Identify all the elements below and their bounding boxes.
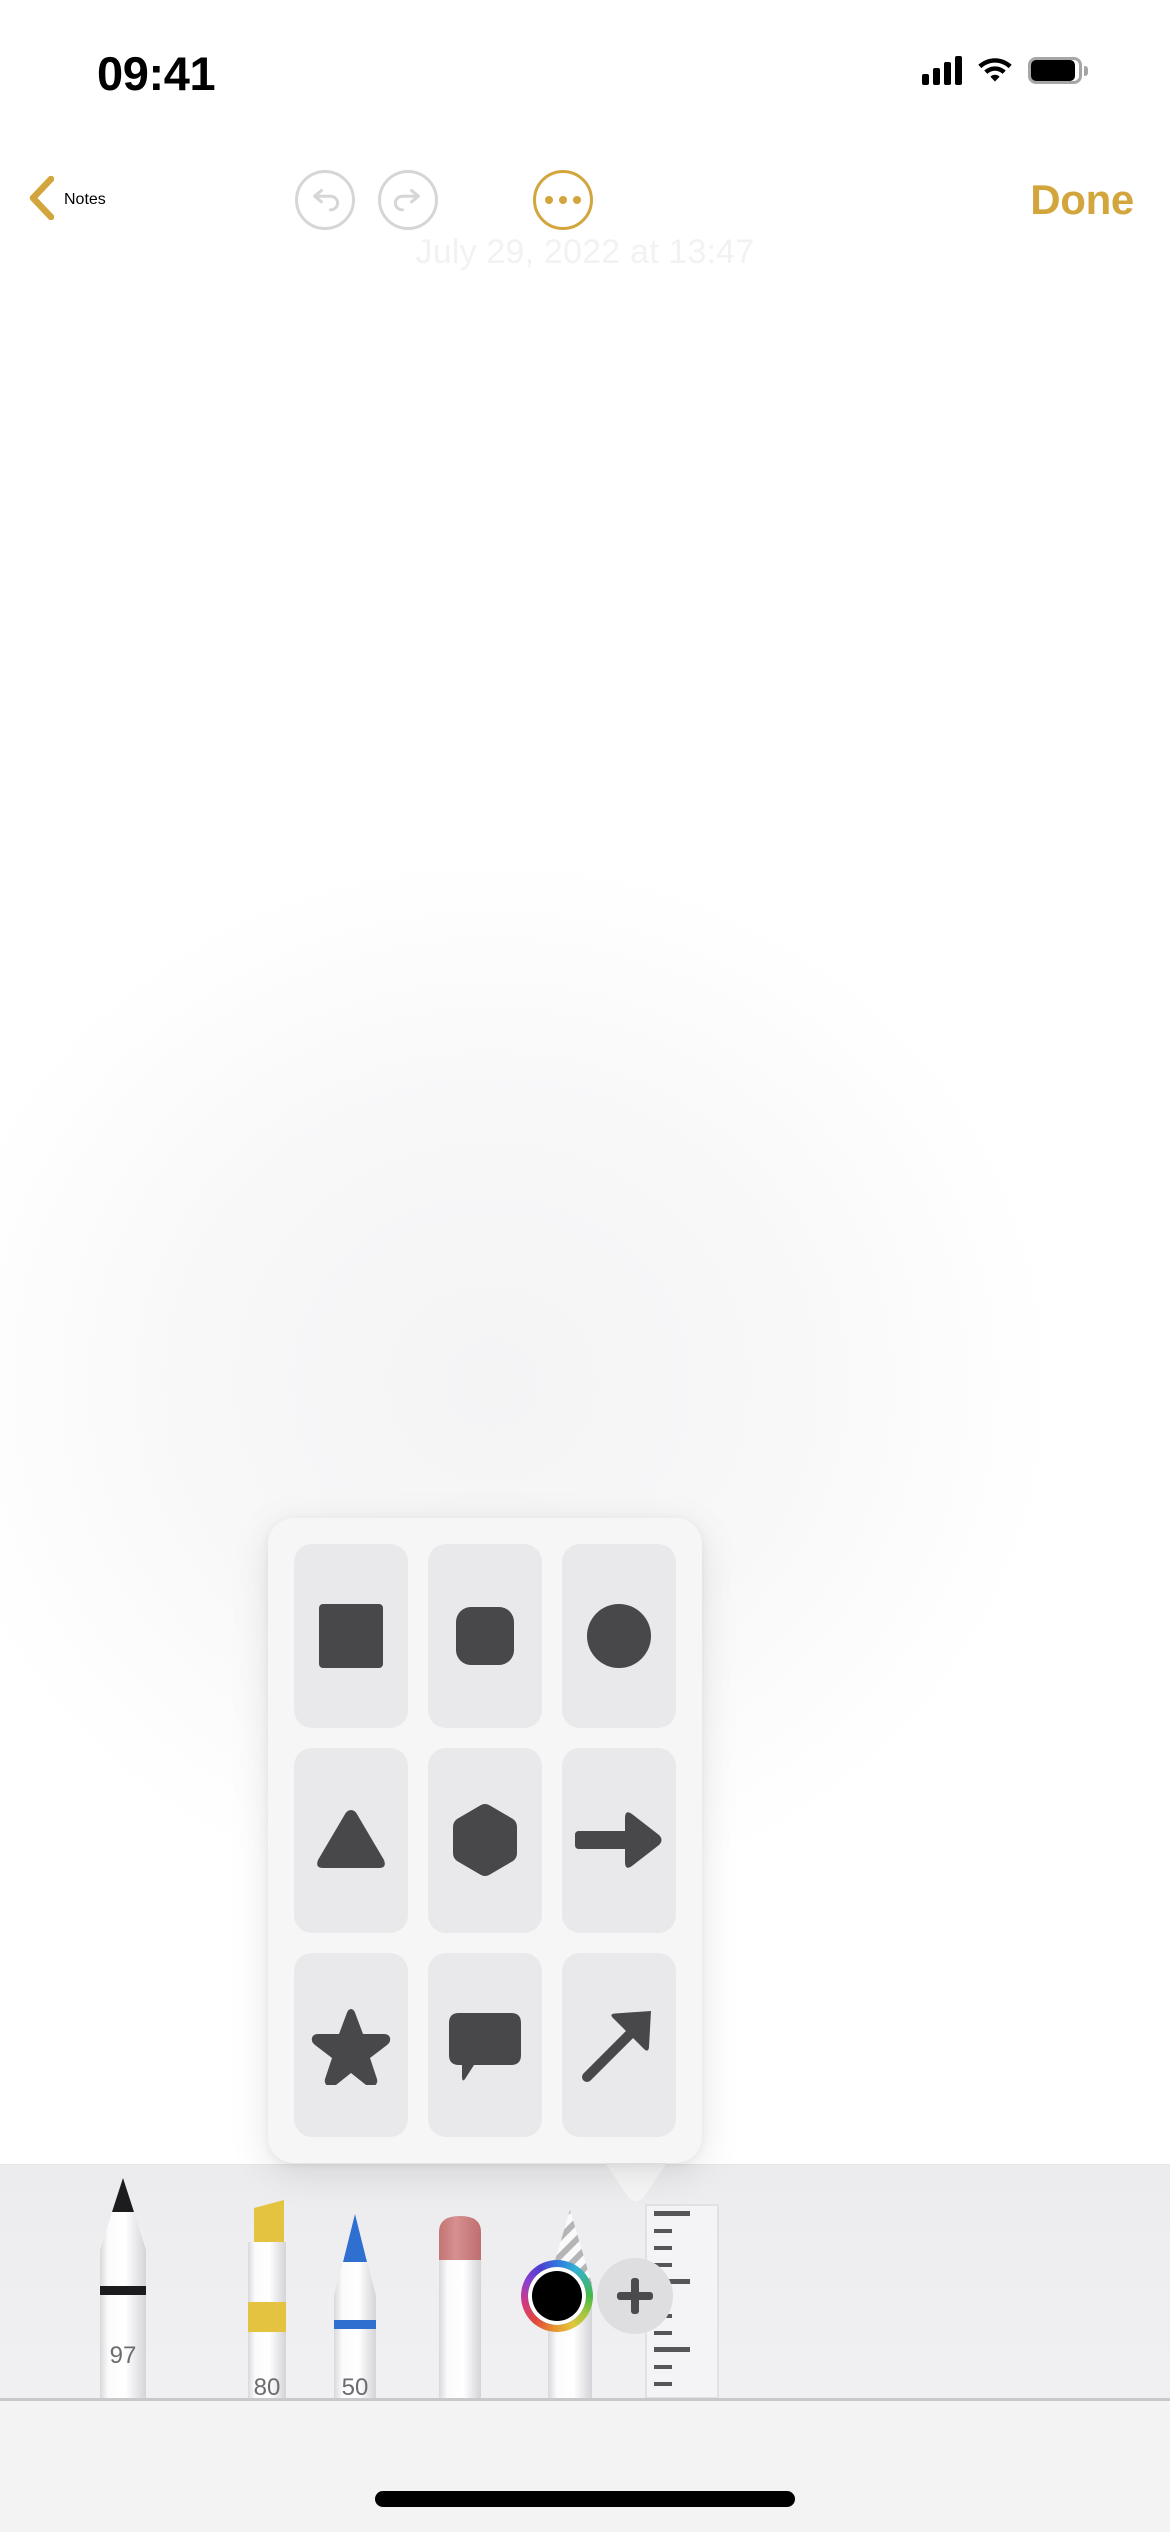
status-bar: 09:41 [0, 0, 1170, 145]
speech-bubble-shape-icon [443, 2005, 527, 2085]
shape-tile-arrow-right[interactable] [562, 1748, 676, 1933]
back-to-notes-button[interactable]: Notes [28, 152, 106, 248]
shape-tile-star[interactable] [294, 1952, 408, 2137]
done-button[interactable]: Done [1030, 152, 1134, 248]
triangle-shape-icon [309, 1802, 393, 1878]
shape-tile-rounded-square[interactable] [428, 1544, 542, 1729]
home-bar-area [0, 2400, 1170, 2532]
battery-icon [1028, 56, 1088, 84]
palette-bottom-divider [0, 2398, 1170, 2401]
wifi-icon [976, 54, 1014, 87]
redo-arrow-icon [381, 189, 435, 231]
rounded-square-shape-icon [447, 1598, 523, 1674]
shape-tile-speech-bubble[interactable] [428, 1952, 542, 2137]
color-picker-button[interactable] [521, 2260, 593, 2332]
star-shape-icon [309, 2005, 393, 2085]
shape-tile-circle[interactable] [562, 1544, 676, 1729]
tool-pencil[interactable]: 50 [300, 2202, 410, 2401]
ellipsis-dot [559, 196, 567, 204]
cellular-bars-icon [922, 55, 962, 85]
chevron-left-icon [28, 175, 55, 225]
redo-button[interactable] [378, 170, 438, 230]
tool-pen[interactable]: 97 [78, 2168, 168, 2398]
shapes-popover [268, 1518, 702, 2163]
hexagon-shape-icon [447, 1800, 523, 1880]
navigation-bar: Notes Done [0, 152, 1170, 248]
ellipsis-dot [573, 196, 581, 204]
tool-highlighter[interactable]: 80 [222, 2190, 312, 2401]
shape-tile-square[interactable] [294, 1544, 408, 1729]
shapes-grid [294, 1544, 676, 2137]
undo-arrow-icon [298, 189, 352, 231]
shape-tile-hexagon[interactable] [428, 1748, 542, 1933]
ellipsis-dot [545, 196, 553, 204]
arrow-right-shape-icon [573, 1804, 665, 1876]
back-button-label: Notes [64, 191, 106, 208]
shape-tile-triangle[interactable] [294, 1748, 408, 1933]
status-bar-time: 09:41 [97, 47, 216, 100]
status-bar-indicators [922, 52, 1088, 88]
tool-eraser[interactable] [415, 2202, 505, 2398]
home-indicator[interactable] [375, 2491, 795, 2507]
shape-tile-diagonal-arrow[interactable] [562, 1952, 676, 2137]
add-tool-button[interactable] [597, 2258, 673, 2334]
diagonal-arrow-shape-icon [577, 2003, 661, 2087]
more-options-button[interactable] [533, 170, 593, 230]
square-shape-icon [313, 1598, 389, 1674]
circle-shape-icon [581, 1598, 657, 1674]
undo-button[interactable] [295, 170, 355, 230]
